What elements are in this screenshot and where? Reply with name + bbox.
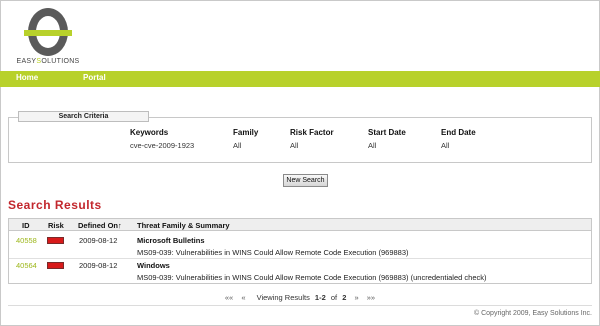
criteria-label-keywords: Keywords: [130, 128, 169, 137]
defined-on-date: 2009-08-12: [79, 261, 118, 270]
criteria-value-family: All: [233, 141, 242, 150]
nav-item-home[interactable]: Home: [16, 73, 38, 82]
nav-item-portal[interactable]: Portal: [83, 73, 106, 82]
search-criteria-legend: Search Criteria: [18, 111, 149, 122]
logo-wordmark: EASYSOLUTIONS: [16, 58, 80, 65]
column-header-defined-on[interactable]: Defined On↑: [78, 221, 122, 230]
footer-divider: [8, 305, 592, 306]
criteria-value-risk-factor: All: [290, 141, 299, 150]
results-pager: «« « Viewing Results 1-2 of 2 » »»: [0, 293, 600, 302]
criteria-value-start-date: All: [368, 141, 377, 150]
logo-emblem-icon: [24, 8, 72, 56]
criteria-label-start-date: Start Date: [368, 128, 406, 137]
threat-family-title: Microsoft Bulletins: [137, 236, 205, 245]
column-header-id[interactable]: ID: [22, 221, 30, 230]
risk-level-bar: [47, 237, 64, 244]
search-results-title: Search Results: [8, 198, 102, 212]
top-nav-bar: Home Portal: [0, 71, 600, 87]
risk-level-bar: [47, 262, 64, 269]
copyright-text: © Copyright 2009, Easy Solutions Inc.: [474, 310, 592, 317]
pager-next-link[interactable]: »: [354, 293, 358, 302]
row-divider: [9, 258, 591, 259]
new-search-button[interactable]: New Search: [283, 174, 328, 187]
results-table-header: ID Risk Defined On↑ Threat Family & Summ…: [9, 219, 591, 231]
search-criteria-panel: [8, 117, 592, 163]
column-header-risk[interactable]: Risk: [48, 221, 64, 230]
criteria-label-family: Family: [233, 128, 259, 137]
criteria-label-end-date: End Date: [441, 128, 476, 137]
results-table: ID Risk Defined On↑ Threat Family & Summ…: [8, 218, 592, 284]
pager-last-link[interactable]: »»: [367, 293, 375, 302]
pager-prev-link[interactable]: «: [241, 293, 245, 302]
threat-summary: MS09-039: Vulnerabilities in WINS Could …: [137, 248, 409, 257]
defined-on-date: 2009-08-12: [79, 236, 118, 245]
result-id-link[interactable]: 40564: [16, 261, 37, 270]
criteria-label-risk-factor: Risk Factor: [290, 128, 334, 137]
pager-first-link[interactable]: ««: [225, 293, 233, 302]
criteria-value-end-date: All: [441, 141, 450, 150]
column-header-threat-family-summary[interactable]: Threat Family & Summary: [137, 221, 230, 230]
pager-status: Viewing Results 1-2 of 2: [256, 293, 347, 302]
criteria-value-keywords: cve-cve-2009-1923: [130, 141, 195, 150]
company-logo: EASYSOLUTIONS: [4, 4, 92, 70]
threat-summary: MS09-039: Vulnerabilities in WINS Could …: [137, 273, 487, 282]
result-id-link[interactable]: 40558: [16, 236, 37, 245]
threat-family-title: Windows: [137, 261, 170, 270]
